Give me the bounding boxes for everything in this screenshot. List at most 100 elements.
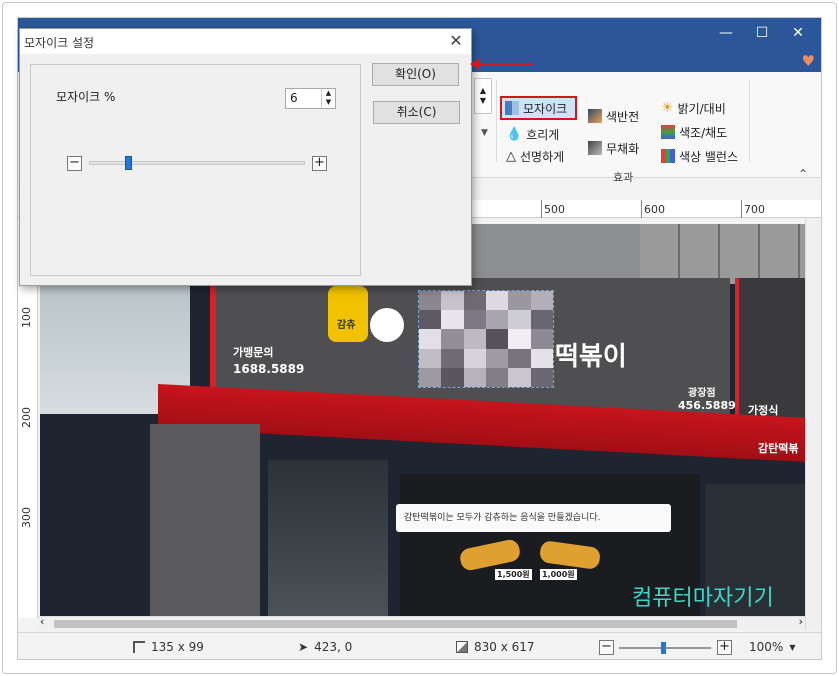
dialog-title-bar: 모자이크 설정 ✕ (20, 29, 471, 54)
grayscale-icon (588, 141, 602, 155)
mosaic-selection[interactable] (418, 290, 554, 388)
font-size-spin[interactable]: ▲ ▼ (474, 78, 492, 114)
mosaic-button[interactable]: 모자이크 (500, 96, 577, 120)
scroll-right-icon[interactable]: › (799, 615, 803, 628)
hue-button[interactable]: 색조/채도 (661, 122, 727, 142)
crop-icon (133, 641, 145, 653)
effects-group-label: 효과 (613, 171, 634, 184)
color-balance-button[interactable]: 색상 밸런스 (661, 146, 738, 166)
spinner-arrows-icon[interactable]: ▲ ▼ (321, 89, 335, 108)
mosaic-percent-spinner[interactable]: 6 ▲ ▼ (285, 88, 336, 109)
annotation-arrow (478, 63, 534, 65)
annotation-arrowhead (470, 58, 480, 70)
image-size-item: 830 x 617 (456, 640, 535, 654)
desaturate-label: 무채화 (606, 141, 640, 156)
sharpen-icon: △ (506, 148, 516, 164)
brightness-button[interactable]: ☀ 밝기/대비 (661, 98, 726, 118)
invert-icon (588, 109, 602, 123)
dropdown-arrow-icon[interactable]: ▼ (481, 128, 488, 138)
ok-button[interactable]: 확인(O) (372, 63, 459, 86)
collapse-ribbon-icon[interactable]: ⌃ (798, 167, 808, 181)
color-balance-icon (661, 149, 675, 163)
droplet-icon: 💧 (506, 126, 523, 142)
ruler-tick-label: 600 (644, 203, 665, 216)
slider-plus-button[interactable]: + (312, 156, 327, 171)
status-bar: 135 x 99 ➤ 423, 0 830 x 617 − + 100% ▼ (18, 632, 821, 659)
selection-size-item: 135 x 99 (133, 640, 204, 654)
mosaic-block (530, 329, 553, 349)
mosaic-slider-thumb[interactable] (124, 156, 132, 170)
dialog-close-icon[interactable]: ✕ (447, 32, 465, 50)
cancel-button[interactable]: 취소(C) (373, 101, 460, 124)
sign-branch-phone: 456.5889 (678, 399, 736, 412)
zoom-slider-thumb[interactable] (661, 642, 666, 654)
zoom-out-button[interactable]: − (599, 640, 614, 655)
sign-menu-text: 떡볶이 (555, 342, 627, 372)
watermark-text: 컴퓨터마자기기 (632, 586, 774, 611)
hue-icon (661, 125, 675, 139)
minimize-button[interactable]: — (708, 18, 744, 48)
ribbon-separator (496, 80, 497, 162)
hue-label: 색조/채도 (679, 125, 728, 140)
cursor-icon: ➤ (298, 640, 309, 654)
sharpen-label: 선명하게 (520, 149, 565, 164)
mosaic-block (419, 367, 442, 387)
store-window (268, 460, 388, 616)
maximize-button[interactable]: ☐ (744, 18, 780, 48)
mosaic-block (508, 329, 531, 349)
store-banner: 감탄떡볶이는 모두가 감츄하는 음식을 만들겠습니다. (396, 504, 671, 532)
horizontal-scrollbar[interactable]: ‹ › (38, 615, 805, 630)
blur-label: 흐리게 (526, 127, 560, 142)
ruler-tick-label: 200 (20, 407, 33, 428)
zoom-dropdown[interactable]: 100% ▼ (749, 640, 795, 654)
cursor-pos-item: ➤ 423, 0 (298, 640, 352, 654)
sun-icon: ☀ (661, 100, 674, 116)
mosaic-block (463, 291, 486, 311)
sharpen-button[interactable]: △ 선명하게 (506, 146, 564, 166)
mosaic-block (530, 291, 553, 311)
vertical-scrollbar[interactable] (805, 218, 821, 630)
mosaic-block (463, 367, 486, 387)
mosaic-percent-value[interactable]: 6 (290, 91, 298, 105)
color-balance-label: 색상 밸런스 (679, 149, 739, 164)
mosaic-block (486, 367, 509, 387)
mosaic-icon (505, 101, 519, 115)
mosaic-block (463, 348, 486, 368)
ruler-tick-label: 300 (20, 507, 33, 528)
dialog-title: 모자이크 설정 (24, 36, 95, 50)
mosaic-block (441, 291, 464, 311)
desaturate-button[interactable]: 무채화 (588, 138, 639, 158)
ruler-tick-label: 700 (744, 203, 765, 216)
mosaic-block (441, 310, 464, 330)
mosaic-block (463, 310, 486, 330)
chevron-down-icon: ▼ (789, 642, 796, 652)
mosaic-slider-track[interactable] (89, 161, 305, 165)
heart-icon[interactable]: ♥ (802, 52, 815, 70)
ruler-tick-label: 100 (20, 307, 33, 328)
close-button[interactable]: ✕ (780, 18, 816, 48)
mosaic-block (441, 329, 464, 349)
ribbon-separator (749, 80, 750, 162)
scroll-left-icon[interactable]: ‹ (40, 615, 44, 628)
building-panels (640, 224, 805, 284)
invert-button[interactable]: 색반전 (588, 106, 639, 126)
sign-phone-number: 1688.5889 (233, 362, 305, 376)
mosaic-block (486, 310, 509, 330)
price-tag: 1,500원 (495, 569, 532, 580)
zoom-in-button[interactable]: + (717, 640, 732, 655)
mosaic-block (419, 329, 442, 349)
mosaic-block (441, 367, 464, 387)
mosaic-block (463, 329, 486, 349)
cursor-position: 423, 0 (314, 640, 353, 654)
mosaic-block (508, 348, 531, 368)
selection-size: 135 x 99 (151, 640, 204, 654)
sign-phone-label: 가맹문의 (233, 346, 274, 359)
image-size: 830 x 617 (474, 640, 535, 654)
brightness-label: 밝기/대비 (677, 101, 726, 116)
slider-minus-button[interactable]: − (67, 156, 82, 171)
scrollbar-thumb[interactable] (54, 620, 737, 628)
blur-button[interactable]: 💧 흐리게 (506, 124, 559, 144)
mosaic-block (419, 310, 442, 330)
mosaic-block (486, 329, 509, 349)
pillar (150, 424, 260, 616)
